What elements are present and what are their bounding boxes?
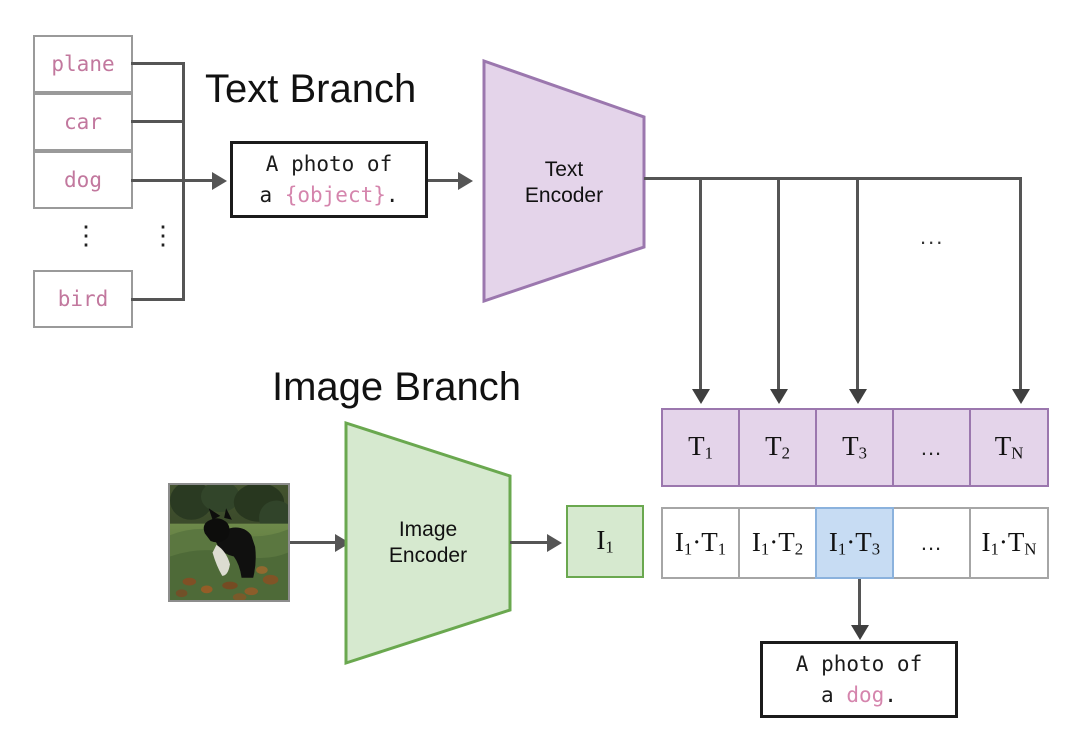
text-embedding-cell[interactable]: T1	[661, 408, 740, 487]
text-embedding-cell-ellipsis: ...	[892, 408, 971, 487]
t2-drop-line	[777, 177, 780, 389]
image-encoder-label: Image Encoder	[342, 517, 514, 570]
text-encoder[interactable]: Text Encoder	[480, 57, 648, 305]
similarity-cell-selected[interactable]: I1·T3	[815, 507, 894, 579]
image-embedding-box[interactable]: I1	[566, 505, 644, 578]
prediction-prefix: a	[821, 682, 847, 707]
class-connector-car	[131, 120, 185, 123]
similarity-row: I1·T1 I1·T2 I1·T3 ... I1·TN	[661, 507, 1049, 579]
image-embedding-text: I1	[596, 525, 614, 557]
prediction-box[interactable]: A photo of a dog.	[760, 641, 958, 718]
class-box-dog[interactable]: dog	[33, 151, 133, 209]
text-encoder-label-line2: Encoder	[524, 184, 604, 208]
similarity-cell[interactable]: I1·T1	[661, 507, 740, 579]
text-encoder-label-line1: Text	[544, 158, 584, 181]
prediction-suffix: .	[884, 682, 897, 707]
t2-arrow	[770, 389, 788, 404]
tn-arrow	[1012, 389, 1030, 404]
prompt-template-prefix: a	[259, 182, 285, 207]
cell-text: T3	[842, 431, 867, 463]
prediction-line1: A photo of	[795, 652, 923, 677]
text-embedding-cell[interactable]: T2	[738, 408, 817, 487]
t3-arrow	[849, 389, 867, 404]
cell-text: T1	[688, 431, 713, 463]
class-label: plane	[51, 52, 115, 76]
image-branch-heading: Image Branch	[272, 365, 522, 409]
image-encoder-input-line	[290, 541, 335, 544]
prompt-template-suffix: .	[385, 182, 399, 207]
class-box-plane[interactable]: plane	[33, 35, 133, 93]
class-connector-bird	[131, 298, 185, 301]
text-embedding-cell[interactable]: TN	[969, 408, 1049, 487]
prompt-input-arrow	[212, 172, 227, 190]
t3-drop-line	[856, 177, 859, 389]
text-embedding-cell[interactable]: T3	[815, 408, 894, 487]
prediction-class: dog	[846, 682, 885, 707]
class-box-bird[interactable]: bird	[33, 270, 133, 328]
text-branch-heading: Text Branch	[205, 67, 417, 111]
image-embedding-arrow	[547, 534, 562, 552]
prompt-template-line2: a {object}.	[259, 180, 398, 210]
image-encoder-label-line1: Image	[398, 518, 458, 541]
photo-artwork	[170, 485, 288, 600]
image-encoder[interactable]: Image Encoder	[342, 418, 514, 668]
class-connector-plane	[131, 62, 185, 65]
class-box-car[interactable]: car	[33, 93, 133, 151]
cell-text: I1·T2	[751, 526, 804, 559]
similarity-cell[interactable]: I1·TN	[969, 507, 1049, 579]
cell-text: T2	[765, 431, 790, 463]
cell-text: ...	[920, 530, 943, 555]
prompt-template-slot: {object}	[284, 182, 386, 207]
text-encoder-input-arrow	[458, 172, 473, 190]
text-encoder-label: Text Encoder	[480, 157, 648, 210]
prediction-arrow	[851, 625, 869, 640]
prediction-line2: a dog.	[821, 680, 897, 710]
similarity-cell[interactable]: I1·T2	[738, 507, 817, 579]
text-embeddings-row: T1 T2 T3 ... TN	[661, 408, 1049, 487]
tn-drop-line	[1019, 177, 1022, 389]
diagram-canvas: plane car dog bird ⋮ ⋮ Text Branch A pho…	[0, 0, 1083, 753]
cell-text: TN	[994, 431, 1024, 463]
class-list-ellipsis-secondary: ⋮	[150, 220, 176, 250]
cell-text: I1·T1	[674, 526, 727, 559]
class-label: dog	[64, 168, 102, 192]
prompt-template-box[interactable]: A photo of a {object}.	[230, 141, 428, 218]
prompt-input-line	[182, 179, 212, 182]
image-embedding-line	[510, 541, 547, 544]
cell-text: ...	[920, 434, 943, 460]
class-connector-dog	[131, 179, 185, 182]
input-photo[interactable]	[168, 483, 290, 602]
cell-text: I1·TN	[981, 526, 1037, 559]
prediction-line	[858, 578, 861, 632]
cell-text: I1·T3	[828, 526, 881, 559]
text-embedding-bus-ellipsis: ...	[920, 224, 945, 249]
text-encoder-input-line	[428, 179, 458, 182]
prompt-template-line1: A photo of	[265, 152, 393, 177]
image-encoder-label-line2: Encoder	[388, 544, 468, 568]
t1-drop-line	[699, 177, 702, 389]
class-label: bird	[57, 287, 109, 311]
class-list-ellipsis: ⋮	[73, 220, 99, 250]
similarity-cell-ellipsis: ...	[892, 507, 971, 579]
class-label: car	[64, 110, 102, 134]
t1-arrow	[692, 389, 710, 404]
